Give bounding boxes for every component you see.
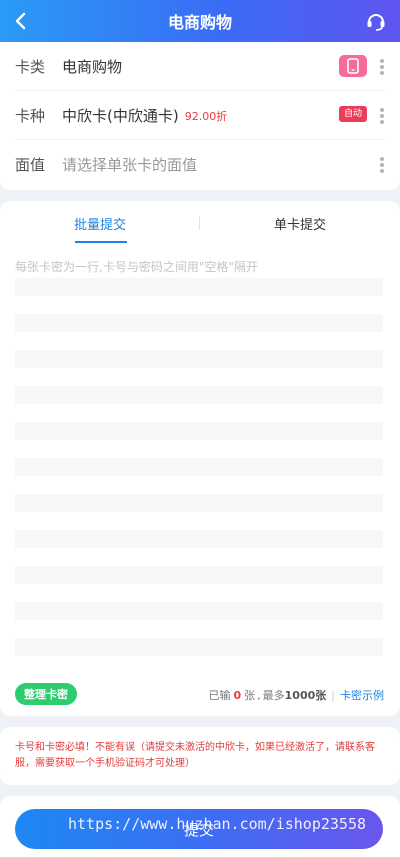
- card-type-row[interactable]: 卡类 电商购物: [0, 42, 400, 91]
- phone-icon: [347, 58, 359, 74]
- entered-prefix: 已输: [208, 689, 231, 702]
- notice-text: 卡号和卡密必填！不能有误（请提交未激活的中欣卡，如果已经激活了，请联系客服，需要…: [15, 742, 375, 769]
- textarea-line: [15, 566, 383, 584]
- max-count: 1000张: [284, 689, 327, 702]
- organize-secrets-button[interactable]: 整理卡密: [15, 683, 77, 705]
- textarea-toolbar: 整理卡密 已输 0 张 , 最多 1000张 | 卡密示例: [0, 683, 400, 707]
- submit-button[interactable]: 提交: [15, 809, 383, 849]
- textarea-line: [15, 530, 383, 548]
- textarea-line: [15, 350, 383, 368]
- textarea-line: [15, 386, 383, 404]
- textarea-line: [15, 458, 383, 476]
- page-title: 电商购物: [167, 13, 232, 32]
- back-button[interactable]: [8, 8, 34, 34]
- card-type-value: 电商购物: [62, 58, 123, 76]
- submit-tabs: 批量提交 单卡提交: [0, 201, 400, 245]
- textarea-line: [15, 638, 383, 656]
- card-kind-label: 卡种: [15, 107, 46, 125]
- card-info-panel: 卡类 电商购物 卡种 中欣卡(中欣通卡) 92.00折 自动 面值 请选择单张卡…: [0, 42, 400, 190]
- denomination-placeholder: 请选择单张卡的面值: [62, 156, 198, 174]
- notice-panel: 卡号和卡密必填！不能有误（请提交未激活的中欣卡，如果已经激活了，请联系客服，需要…: [0, 727, 400, 785]
- tab-single-submit[interactable]: 单卡提交: [200, 201, 400, 245]
- denomination-row[interactable]: 面值 请选择单张卡的面值: [0, 140, 400, 189]
- card-type-label: 卡类: [15, 58, 46, 76]
- phone-badge: [339, 55, 367, 77]
- card-kind-row[interactable]: 卡种 中欣卡(中欣通卡) 92.00折 自动: [0, 91, 400, 140]
- auto-badge: 自动: [338, 106, 367, 122]
- discount-rate: 92.00折: [184, 109, 228, 123]
- textarea-line: [15, 278, 383, 296]
- active-tab-indicator: [75, 241, 127, 243]
- tab-batch-submit[interactable]: 批量提交: [0, 201, 200, 245]
- submit-panel: 批量提交 单卡提交 每张卡密为一行,卡号与密码之间用"空格"隔开 整理卡密 已输…: [0, 201, 400, 716]
- entry-counter: 已输 0 张 , 最多 1000张 | 卡密示例: [208, 687, 385, 703]
- card-kind-name: 中欣卡(中欣通卡): [62, 107, 179, 125]
- more-options-icon[interactable]: [380, 108, 384, 124]
- more-options-icon[interactable]: [380, 157, 384, 173]
- card-secrets-textarea[interactable]: 每张卡密为一行,卡号与密码之间用"空格"隔开: [15, 253, 383, 673]
- card-example-link[interactable]: 卡密示例: [340, 687, 384, 703]
- textarea-placeholder: 每张卡密为一行,卡号与密码之间用"空格"隔开: [15, 260, 258, 274]
- customer-service-button[interactable]: [364, 9, 388, 33]
- card-kind-value: 中欣卡(中欣通卡) 92.00折: [62, 105, 227, 126]
- textarea-line: [15, 422, 383, 440]
- more-options-icon[interactable]: [380, 59, 384, 75]
- entered-suffix: 张: [244, 689, 256, 702]
- headset-icon: [367, 14, 385, 31]
- textarea-line: [15, 314, 383, 332]
- textarea-line: [15, 494, 383, 512]
- submit-footer: 提交: [0, 796, 400, 857]
- textarea-line: [15, 602, 383, 620]
- counter-divider: |: [331, 688, 335, 702]
- denomination-label: 面值: [15, 156, 46, 174]
- app-header: 电商购物: [0, 0, 400, 42]
- entered-count: 0: [233, 688, 242, 702]
- max-prefix: 最多: [262, 689, 285, 702]
- chevron-left-icon: [15, 12, 26, 30]
